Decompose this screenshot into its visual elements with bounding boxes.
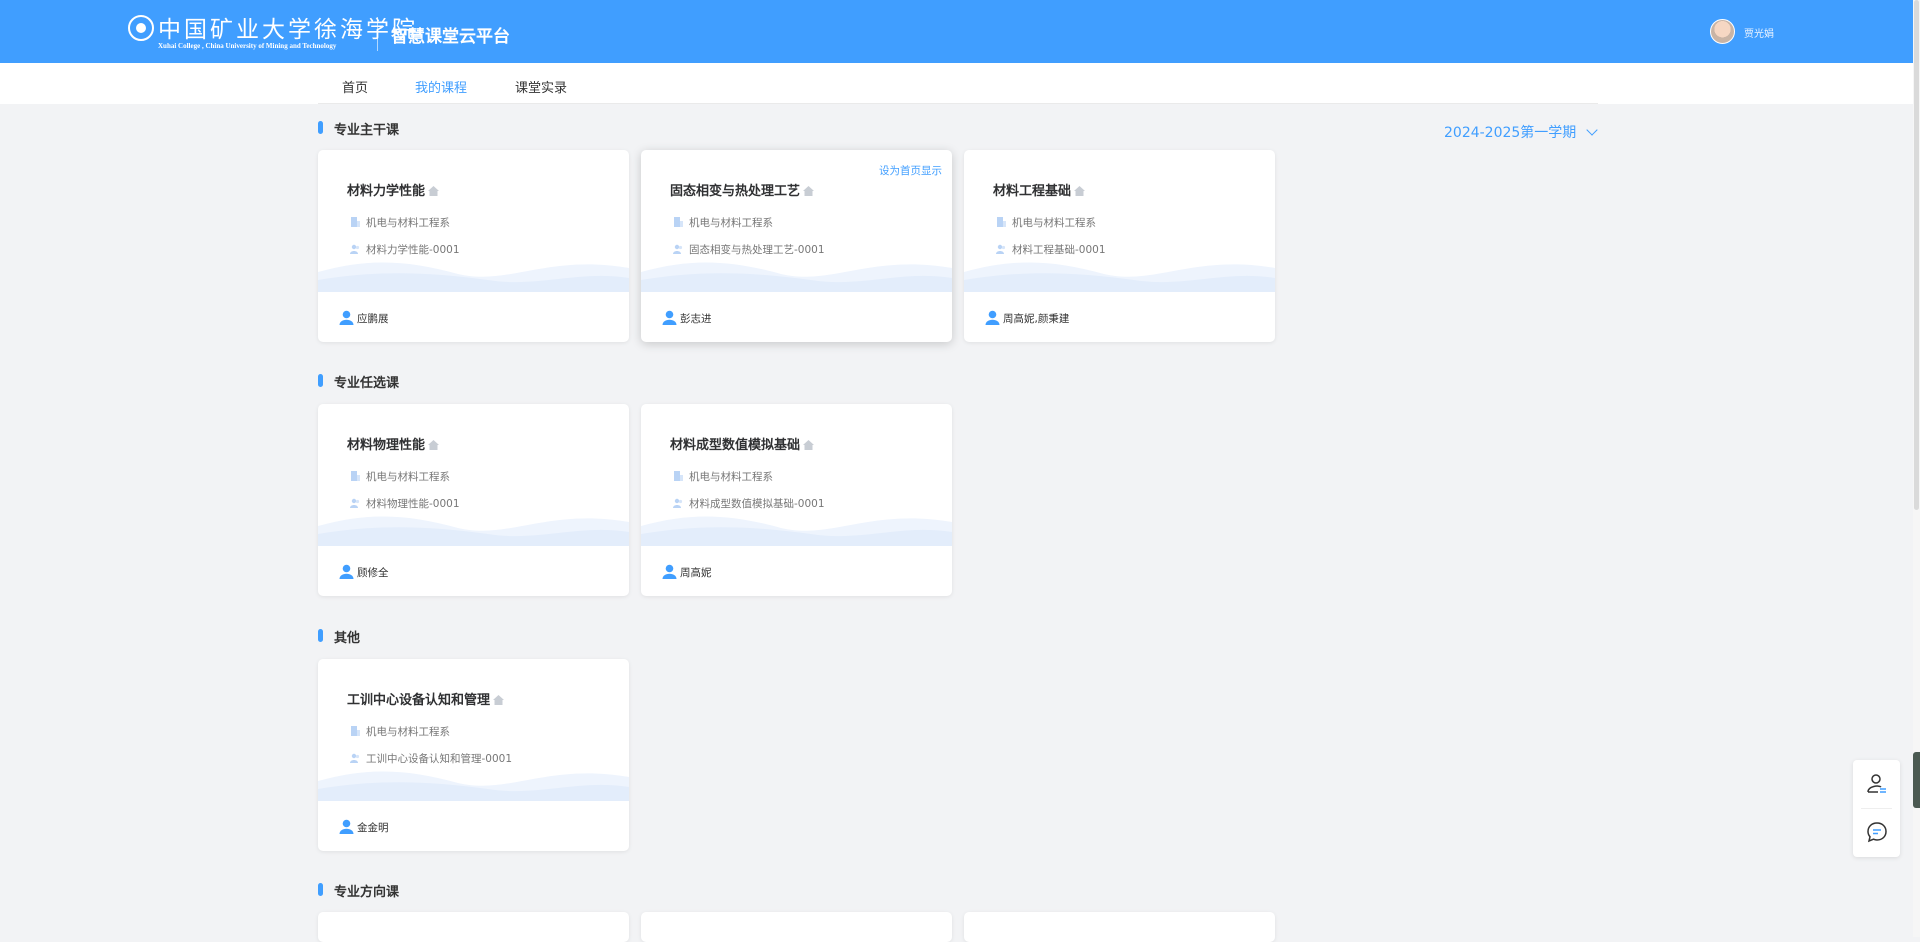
- course-class: 材料成型数值模拟基础-0001: [673, 496, 825, 511]
- home-icon: [493, 695, 505, 705]
- nav-underline: [318, 103, 1598, 104]
- term-selector-label: 2024-2025第一学期: [1444, 125, 1577, 141]
- course-card[interactable]: 设为首页显示 固态相变与热处理工艺 机电与材料工程系 固态相变与热处理工艺-00…: [641, 150, 952, 342]
- course-class: 固态相变与热处理工艺-0001: [673, 242, 825, 257]
- course-class: 材料力学性能-0001: [350, 242, 460, 257]
- course-class: 材料物理性能-0001: [350, 496, 460, 511]
- course-department: 机电与材料工程系: [350, 215, 450, 230]
- home-icon: [803, 440, 815, 450]
- home-icon: [803, 186, 815, 196]
- nav-my-courses[interactable]: 我的课程: [415, 77, 467, 96]
- building-icon: [674, 217, 683, 227]
- users-icon: [996, 244, 1006, 254]
- top-header: 中国矿业大学徐海学院 Xuhai College , China Univers…: [0, 0, 1920, 63]
- course-title: 材料成型数值模拟基础: [670, 434, 815, 453]
- nav-class-recordings[interactable]: 课堂实录: [515, 77, 567, 96]
- float-panel-divider: [1861, 808, 1892, 809]
- building-icon: [674, 471, 683, 481]
- course-card[interactable]: 材料物理性能 机电与材料工程系 材料物理性能-0001 顾修全: [318, 404, 629, 596]
- course-teacher: 金金明: [339, 819, 389, 835]
- users-icon: [673, 498, 683, 508]
- users-icon: [673, 244, 683, 254]
- user-icon: [662, 564, 677, 579]
- user-avatar[interactable]: [1710, 19, 1735, 44]
- user-icon: [339, 564, 354, 579]
- home-icon: [1074, 186, 1086, 196]
- logo-english-name: Xuhai College , China University of Mini…: [158, 42, 337, 50]
- course-teacher: 应鹏展: [339, 310, 389, 326]
- user-icon: [662, 310, 677, 325]
- building-icon: [351, 217, 360, 227]
- section-title-major-elective: 专业任选课: [318, 372, 399, 391]
- college-seal-icon: [128, 15, 154, 41]
- course-title: 固态相变与热处理工艺: [670, 180, 815, 199]
- page-scrollbar-thumb[interactable]: [1914, 0, 1919, 510]
- course-department: 机电与材料工程系: [673, 469, 773, 484]
- course-class: 工训中心设备认知和管理-0001: [350, 751, 512, 766]
- section-title-other: 其他: [318, 627, 360, 646]
- building-icon: [997, 217, 1006, 227]
- side-handle-tab[interactable]: [1913, 752, 1920, 808]
- course-department: 机电与材料工程系: [673, 215, 773, 230]
- user-icon: [985, 310, 1000, 325]
- logo-chinese-name: 中国矿业大学徐海学院: [158, 17, 418, 43]
- course-title: 工训中心设备认知和管理: [347, 689, 505, 708]
- chat-icon[interactable]: [1865, 820, 1889, 844]
- course-class: 材料工程基础-0001: [996, 242, 1106, 257]
- course-teacher: 周高妮,颜秉建: [985, 310, 1069, 326]
- nav-home[interactable]: 首页: [342, 77, 368, 96]
- course-teacher: 顾修全: [339, 564, 389, 580]
- course-card[interactable]: 材料成型数值模拟基础 机电与材料工程系 材料成型数值模拟基础-0001 周高妮: [641, 404, 952, 596]
- course-card[interactable]: 工训中心设备认知和管理 机电与材料工程系 工训中心设备认知和管理-0001 金金…: [318, 659, 629, 851]
- users-icon: [350, 753, 360, 763]
- college-logo[interactable]: 中国矿业大学徐海学院 Xuhai College , China Univers…: [128, 12, 415, 52]
- section-title-major-core: 专业主干课: [318, 119, 399, 138]
- term-selector[interactable]: 2024-2025第一学期: [1444, 122, 1598, 142]
- main-nav: 首页 我的课程 课堂实录: [0, 63, 1920, 104]
- home-icon: [428, 186, 440, 196]
- user-icon: [339, 310, 354, 325]
- course-card[interactable]: 材料力学性能 机电与材料工程系 材料力学性能-0001 应鹏展: [318, 150, 629, 342]
- course-title: 材料工程基础: [993, 180, 1086, 199]
- building-icon: [351, 471, 360, 481]
- course-title: 材料物理性能: [347, 434, 440, 453]
- home-icon: [428, 440, 440, 450]
- platform-title: 智慧课堂云平台: [391, 27, 510, 47]
- course-department: 机电与材料工程系: [350, 469, 450, 484]
- user-switch-icon[interactable]: [1865, 772, 1889, 796]
- course-department: 机电与材料工程系: [996, 215, 1096, 230]
- user-icon: [339, 819, 354, 834]
- username[interactable]: 贾光娟: [1744, 25, 1774, 40]
- users-icon: [350, 498, 360, 508]
- building-icon: [351, 726, 360, 736]
- chevron-down-icon: [1586, 124, 1598, 136]
- header-divider: [377, 17, 378, 51]
- course-card-partial[interactable]: [641, 912, 952, 942]
- section-title-major-direction: 专业方向课: [318, 881, 399, 900]
- course-title: 材料力学性能: [347, 180, 440, 199]
- set-homepage-link[interactable]: 设为首页显示: [879, 163, 942, 178]
- course-department: 机电与材料工程系: [350, 724, 450, 739]
- users-icon: [350, 244, 360, 254]
- course-card[interactable]: 材料工程基础 机电与材料工程系 材料工程基础-0001 周高妮,颜秉建: [964, 150, 1275, 342]
- course-card-partial[interactable]: [318, 912, 629, 942]
- course-teacher: 彭志进: [662, 310, 712, 326]
- course-teacher: 周高妮: [662, 564, 712, 580]
- course-card-partial[interactable]: [964, 912, 1275, 942]
- floating-tool-panel: [1853, 760, 1900, 857]
